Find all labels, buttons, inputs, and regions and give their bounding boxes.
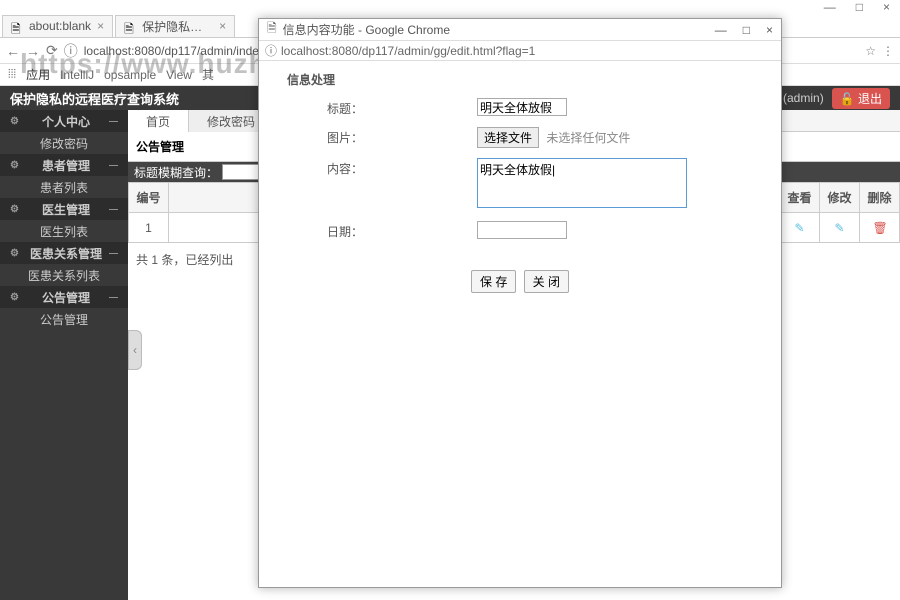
window-min-icon[interactable]: — <box>824 0 836 14</box>
label-date: 日期： <box>277 221 477 240</box>
popup-window: 🗎 信息内容功能 - Google Chrome — □ × ⓘ localho… <box>258 18 782 588</box>
forward-icon[interactable]: → <box>26 43 40 59</box>
tab-close-icon[interactable]: × <box>97 19 104 33</box>
popup-max-icon[interactable]: □ <box>743 23 750 37</box>
col-view: 查看 <box>780 183 820 213</box>
date-input[interactable] <box>477 221 567 239</box>
sidebar-toggle-handle[interactable]: ‹ <box>128 330 142 370</box>
edit-icon[interactable]: ✎ <box>833 221 847 235</box>
sidebar: 个人中心—修改密码患者管理—患者列表医生管理—医生列表医患关系管理—医患关系列表… <box>0 110 128 600</box>
label-title: 标题： <box>277 98 477 117</box>
popup-close-icon[interactable]: × <box>766 23 773 37</box>
sidebar-group[interactable]: 公告管理— <box>0 286 128 308</box>
content-textarea[interactable]: 明天全体放假| <box>477 158 687 208</box>
tab-home[interactable]: 首页 <box>128 110 189 132</box>
sidebar-item[interactable]: 医生列表 <box>0 220 128 242</box>
bookmark-item[interactable]: 其 <box>202 66 214 83</box>
tab-label: about:blank <box>29 19 91 33</box>
app-title: 保护隐私的远程医疗查询系统 <box>10 89 179 108</box>
popup-url[interactable]: localhost:8080/dp117/admin/gg/edit.html?… <box>281 44 535 58</box>
current-user: (admin) <box>783 91 824 105</box>
window-title-bar: — □ × <box>0 0 900 14</box>
popup-min-icon[interactable]: — <box>715 23 727 37</box>
reload-icon[interactable]: ⟳ <box>46 42 58 59</box>
search-label: 标题模糊查询： <box>134 164 218 181</box>
sidebar-group[interactable]: 患者管理— <box>0 154 128 176</box>
page-icon: 🗎 <box>124 20 136 32</box>
page-icon: 🗎 <box>267 19 277 40</box>
window-close-icon[interactable]: × <box>883 0 890 14</box>
tab-label: 保护隐私的远程医疗查 <box>142 18 213 35</box>
close-button[interactable]: 关 闭 <box>524 270 569 293</box>
sidebar-group[interactable]: 医患关系管理— <box>0 242 128 264</box>
col-no: 编号 <box>129 183 169 213</box>
sidebar-item[interactable]: 医患关系列表 <box>0 264 128 286</box>
menu-icon[interactable]: ⋮ <box>882 44 894 58</box>
info-icon: ⓘ <box>64 41 78 61</box>
bookmark-item[interactable]: opsample <box>104 68 156 82</box>
popup-window-title: 信息内容功能 - Google Chrome <box>283 21 450 38</box>
info-icon: ⓘ <box>265 42 277 59</box>
choose-file-button[interactable]: 选择文件 <box>477 127 539 148</box>
apps-icon[interactable]: ⦙⦙⦙ <box>8 67 16 82</box>
tab-close-icon[interactable]: × <box>219 19 226 33</box>
sidebar-group[interactable]: 医生管理— <box>0 198 128 220</box>
header-right: (admin) 🔓 退出 <box>783 88 890 109</box>
sidebar-group[interactable]: 个人中心— <box>0 110 128 132</box>
bookmark-item[interactable]: View <box>166 68 192 82</box>
col-del: 删除 <box>860 183 900 213</box>
bookmark-item[interactable]: IntelliJ <box>60 68 94 82</box>
label-image: 图片： <box>277 127 477 146</box>
trash-icon[interactable]: 🗑 <box>873 221 887 235</box>
form-section-title: 信息处理 <box>277 71 763 88</box>
cell-no: 1 <box>129 213 169 243</box>
save-button[interactable]: 保 存 <box>471 270 516 293</box>
browser-tab-app[interactable]: 🗎 保护隐私的远程医疗查 × <box>115 15 235 37</box>
label-content: 内容： <box>277 158 477 177</box>
logout-button[interactable]: 🔓 退出 <box>832 88 890 109</box>
browser-tab-blank[interactable]: 🗎 about:blank × <box>2 15 113 37</box>
popup-body: 信息处理 标题： 图片： 选择文件 未选择任何文件 内容： 明天全体放假| 日期… <box>259 61 781 303</box>
apps-label[interactable]: 应用 <box>26 66 50 83</box>
popup-address-bar: ⓘ localhost:8080/dp117/admin/gg/edit.htm… <box>259 41 781 61</box>
col-edit: 修改 <box>820 183 860 213</box>
bookmark-star-icon[interactable]: ☆ <box>865 44 876 58</box>
popup-title-bar: 🗎 信息内容功能 - Google Chrome — □ × <box>259 19 781 41</box>
sidebar-item[interactable]: 患者列表 <box>0 176 128 198</box>
sidebar-item[interactable]: 公告管理 <box>0 308 128 330</box>
file-hint: 未选择任何文件 <box>546 131 630 145</box>
window-max-icon[interactable]: □ <box>856 0 863 14</box>
view-icon[interactable]: ✎ <box>793 221 807 235</box>
sidebar-item[interactable]: 修改密码 <box>0 132 128 154</box>
page-icon: 🗎 <box>11 20 23 32</box>
back-icon[interactable]: ← <box>6 43 20 59</box>
title-input[interactable] <box>477 98 567 116</box>
